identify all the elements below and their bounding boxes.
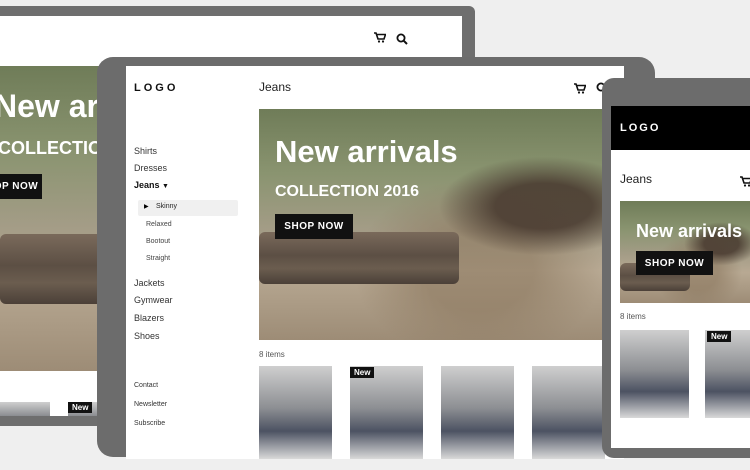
footer-link-subscribe[interactable]: Subscribe — [134, 420, 165, 427]
phone-header-bar: LOGO — [611, 106, 750, 150]
caret-right-icon: ▶ — [144, 204, 149, 210]
shop-now-button[interactable]: SHOP NOW — [636, 251, 713, 275]
log-decoration — [259, 232, 459, 284]
sidebar-subitem-straight[interactable]: Straight — [146, 255, 170, 262]
new-badge: New — [68, 402, 93, 413]
footer-link-newsletter[interactable]: Newsletter — [134, 401, 167, 408]
item-count: 8 items — [620, 312, 646, 321]
sidebar-item-shoes[interactable]: Shoes — [134, 331, 160, 341]
logo[interactable]: LOGO — [134, 82, 178, 94]
hero-image: New arrivals SHOP NOW — [620, 201, 750, 303]
caret-down-icon: ▼ — [162, 183, 169, 190]
sidebar-subitem-bootout[interactable]: Bootout — [146, 238, 170, 245]
sidebar-subitem-label: Skinny — [156, 203, 178, 210]
sidebar-subitem-relaxed[interactable]: Relaxed — [146, 221, 172, 228]
sidebar-item-jeans[interactable]: Jeans ▼ — [134, 180, 169, 190]
page-title: Jeans — [620, 172, 653, 186]
shop-now-button[interactable]: OP NOW — [0, 174, 42, 199]
new-badge: New — [350, 367, 375, 378]
new-badge: New — [707, 331, 732, 342]
footer-link-contact[interactable]: Contact — [134, 382, 158, 389]
sidebar-item-label: Jeans — [134, 180, 160, 190]
search-icon[interactable] — [396, 32, 408, 50]
hero-title: New arrivals — [636, 221, 743, 241]
item-count: 8 items — [259, 350, 285, 359]
product-card[interactable] — [441, 366, 514, 459]
product-card[interactable] — [532, 366, 605, 459]
sidebar-item-dresses[interactable]: Dresses — [134, 163, 167, 173]
product-card[interactable] — [259, 366, 332, 459]
phone-device: LOGO Jeans New arrivals SHOP NOW 8 items… — [602, 78, 750, 458]
sidebar-item-gymwear[interactable]: Gymwear — [134, 295, 173, 305]
sidebar-subitem-skinny[interactable]: ▶ Skinny — [138, 200, 238, 216]
product-card[interactable] — [705, 330, 750, 418]
tablet-device: LOGO Shirts Dresses Jeans ▼ ▶ Skinny Rel… — [97, 57, 655, 459]
hero-title: New arr — [0, 88, 112, 124]
page-title: Jeans — [259, 80, 292, 94]
hero-subtitle: COLLECTION 2016 — [275, 183, 420, 200]
cart-icon[interactable] — [374, 32, 387, 46]
sidebar-item-jackets[interactable]: Jackets — [134, 278, 165, 288]
phone-screen: LOGO Jeans New arrivals SHOP NOW 8 items… — [611, 106, 750, 448]
product-card[interactable] — [620, 330, 689, 418]
cart-icon[interactable] — [740, 174, 750, 192]
hero-title: New arrivals — [275, 134, 458, 169]
product-thumb[interactable] — [0, 402, 50, 416]
logo[interactable]: LOGO — [620, 122, 660, 134]
sidebar-item-shirts[interactable]: Shirts — [134, 146, 157, 156]
shop-now-button[interactable]: SHOP NOW — [275, 214, 353, 239]
hero-image: New arrivals COLLECTION 2016 SHOP NOW — [259, 109, 624, 340]
cart-icon[interactable] — [574, 81, 587, 99]
sidebar-item-blazers[interactable]: Blazers — [134, 313, 164, 323]
desktop-header — [0, 16, 462, 61]
product-card[interactable] — [350, 366, 423, 459]
tablet-screen: LOGO Shirts Dresses Jeans ▼ ▶ Skinny Rel… — [126, 66, 624, 459]
